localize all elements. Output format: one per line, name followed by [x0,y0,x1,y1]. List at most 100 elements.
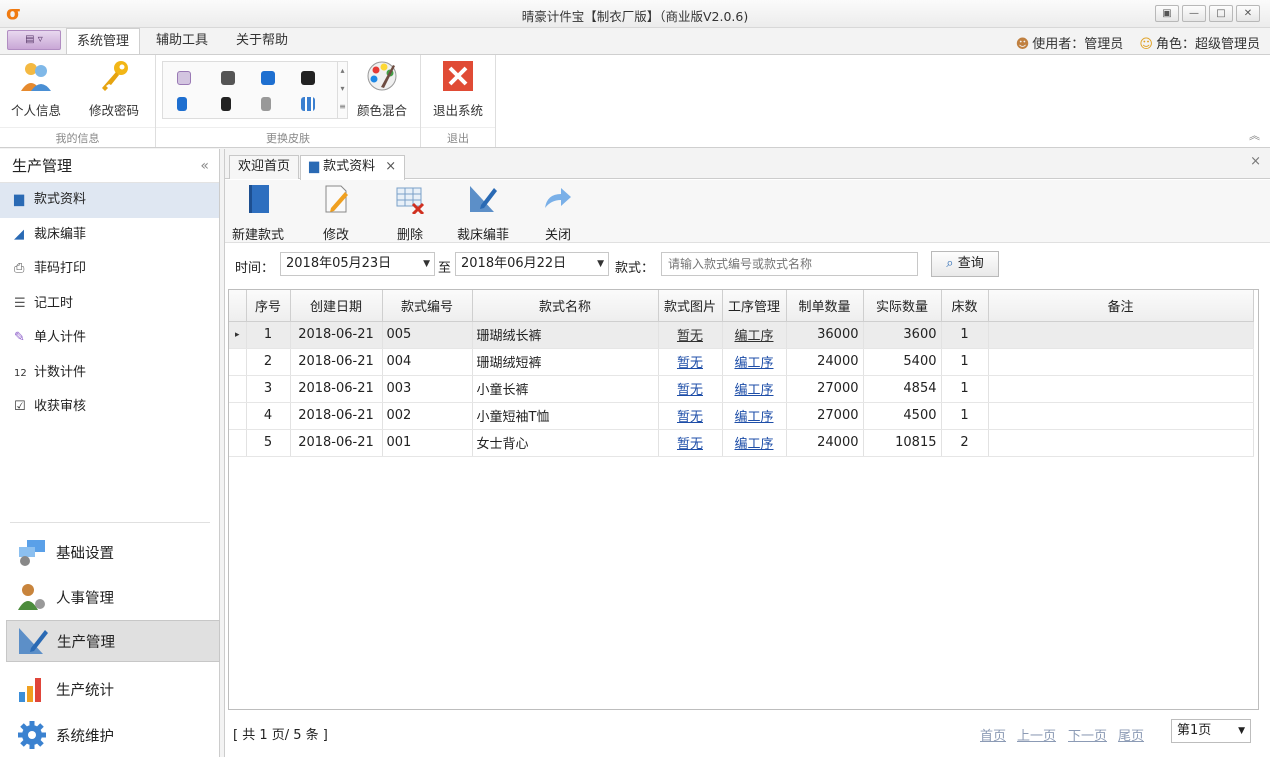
date-to-picker[interactable]: 2018年06月22日 ▼ [455,252,609,276]
cell-date: 2018-06-21 [290,321,383,349]
skin-office-black-icon[interactable] [221,97,231,111]
nav-item-style-info[interactable]: ▆ 款式资料 [0,183,219,218]
cutting-bundle-button[interactable]: 裁床编菲 [457,184,509,243]
exit-system-label: 退出系统 [432,103,483,118]
cell-image-link: 暂无 [658,348,723,376]
nav-group-production[interactable]: 生产管理 [6,620,220,662]
nav-group-hr[interactable]: 人事管理 [6,576,220,618]
ribbon-group-skins: ▴ ▾ ≡ 颜色混合 更换皮肤 [156,55,421,147]
new-style-button[interactable]: 新建款式 [232,184,284,243]
row-indicator [229,375,247,403]
exit-system-button[interactable]: 退出系统 [428,59,488,119]
skin-gallery-scroll[interactable]: ▴ ▾ ≡ [337,62,347,118]
table-row[interactable]: ▸ 1 2018-06-21 005 珊瑚绒长裤 暂无 编工序 36000 3600 1 [229,321,1254,349]
ruler-pen-large-icon [17,625,49,657]
table-row[interactable]: 4 2018-06-21 002 小童短袖T恤 暂无 编工序 27000 4500 1 [229,402,1254,430]
tab-auxiliary-tools[interactable]: 辅助工具 [146,28,218,54]
tab-style-info[interactable]: ▆ 款式资料 × [300,155,406,180]
color-blend-button[interactable]: 颜色混合 [352,59,412,119]
cell-name: 珊瑚绒短裤 [472,348,659,376]
table-row[interactable]: 3 2018-06-21 003 小童长裤 暂无 编工序 27000 4854 1 [229,375,1254,403]
nav-collapse-icon[interactable]: « [200,149,209,183]
table-row[interactable]: 5 2018-06-21 001 女士背心 暂无 编工序 24000 10815 2 [229,429,1254,457]
col-header[interactable]: 实际数量 [863,290,942,322]
cell-image-link: 暂无 [658,429,723,457]
cutting-bundle-label: 裁床编菲 [457,228,510,243]
col-header[interactable]: 款式图片 [658,290,723,322]
nav-item-receipt-review[interactable]: ☑ 收获审核 [0,390,219,425]
col-header[interactable]: 制单数量 [786,290,864,322]
query-button[interactable]: ⌕ 查询 [931,251,999,277]
image-link[interactable]: 暂无 [677,383,703,398]
edit-process-link[interactable]: 编工序 [734,329,773,344]
tab-about-help[interactable]: 关于帮助 [226,28,298,54]
style-search-input[interactable] [661,252,918,276]
minimize-button[interactable]: — [1182,5,1206,22]
restore-window-button[interactable]: ▣ [1155,5,1179,22]
edit-button[interactable]: 修改 [321,184,351,243]
edit-document-icon [325,185,348,213]
image-link[interactable]: 暂无 [677,356,703,371]
image-link[interactable]: 暂无 [677,410,703,425]
cell-process-link: 编工序 [722,321,787,349]
image-link[interactable]: 暂无 [677,329,703,344]
nav-group-system-maintenance[interactable]: 系统维护 [6,714,220,756]
nav-item-label: 记工时 [34,295,74,311]
settings-screen-icon [16,536,48,568]
edit-process-link[interactable]: 编工序 [734,437,773,452]
nav-group-statistics[interactable]: 生产统计 [6,668,220,710]
col-header[interactable]: 创建日期 [290,290,383,322]
cell-beds: 1 [941,375,989,403]
skin-dark-icon[interactable] [221,71,235,85]
close-button[interactable]: 关闭 [543,184,573,243]
ribbon-collapse-icon[interactable]: ︽ [1249,127,1260,143]
role-label: 角色：超级管理员 [1155,37,1260,52]
skin-office-blue-icon[interactable] [177,97,187,111]
exit-x-icon [443,61,473,91]
date-from-picker[interactable]: 2018年05月23日 ▼ [280,252,435,276]
skin-metro-icon[interactable] [301,97,315,111]
skin-black-icon[interactable] [301,71,315,85]
maximize-button[interactable]: □ [1209,5,1233,22]
nav-item-single-piecework[interactable]: ✎ 单人计件 [0,321,219,356]
delete-button[interactable]: 删除 [395,184,425,243]
page-select[interactable]: 第1页 ▼ [1171,719,1251,743]
skin-blue-icon[interactable] [261,71,275,85]
first-page-link[interactable]: 首页 [980,725,1006,744]
skin-office-gray-icon[interactable] [261,97,271,111]
close-tab-icon[interactable]: × [385,159,396,174]
col-header[interactable]: 工序管理 [722,290,787,322]
image-link[interactable]: 暂无 [677,437,703,452]
col-header[interactable]: 款式编号 [382,290,473,322]
book-icon: ▆ [309,159,319,174]
next-page-link[interactable]: 下一页 [1068,725,1107,744]
close-window-button[interactable]: ✕ [1236,5,1260,22]
edit-process-link[interactable]: 编工序 [734,356,773,371]
tab-style-info-label: 款式资料 [323,159,376,174]
col-header[interactable]: 床数 [941,290,989,322]
edit-process-link[interactable]: 编工序 [734,383,773,398]
app-menu-button[interactable]: ▤ ▿ [7,30,61,50]
nav-header-title: 生产管理 [12,157,73,175]
nav-item-count-piecework[interactable]: 12 计数计件 [0,356,219,391]
last-page-link[interactable]: 尾页 [1118,725,1144,744]
prev-page-link[interactable]: 上一页 [1017,725,1056,744]
tab-welcome[interactable]: 欢迎首页 [229,155,300,179]
change-password-button[interactable]: 修改密码 [84,59,144,119]
col-header[interactable]: 备注 [988,290,1254,322]
style-label: 款式： [615,261,655,276]
main-panel: 欢迎首页 ▆ 款式资料 × × 新建款式 修改 删除 裁床编菲 关闭 时间： 2… [224,149,1270,757]
skin-purple-icon[interactable] [177,71,191,85]
close-all-tabs-icon[interactable]: × [1250,154,1261,169]
col-header[interactable]: 序号 [246,290,291,322]
col-header[interactable]: 款式名称 [472,290,659,322]
tab-system-management[interactable]: 系统管理 [66,28,141,54]
nav-item-cutting-bundle[interactable]: ◢ 裁床编菲 [0,218,219,253]
nav-group-basic-settings[interactable]: 基础设置 [6,531,220,573]
nav-item-bundle-print[interactable]: ⎙ 菲码打印 [0,252,219,287]
profile-button[interactable]: 个人信息 [6,59,66,119]
change-password-label: 修改密码 [88,103,139,118]
table-row[interactable]: 2 2018-06-21 004 珊瑚绒短裤 暂无 编工序 24000 5400 1 [229,348,1254,376]
nav-item-work-hours[interactable]: ☰ 记工时 [0,287,219,322]
edit-process-link[interactable]: 编工序 [734,410,773,425]
